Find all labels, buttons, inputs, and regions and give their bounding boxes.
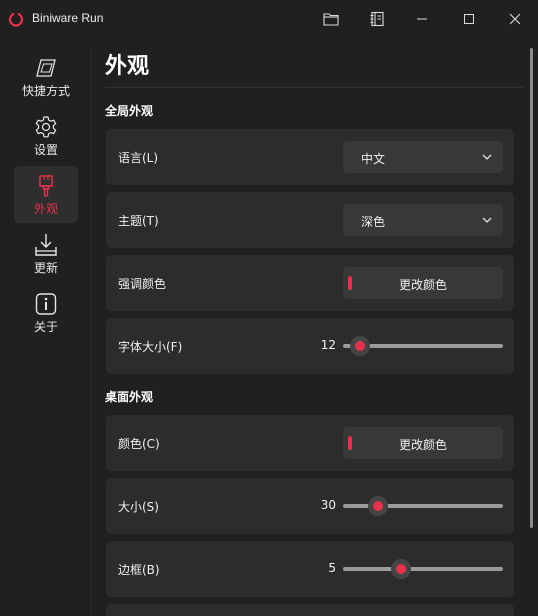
accent-color-label: 强调颜色 [118,277,167,291]
folder-icon [323,13,339,26]
download-icon [35,234,57,256]
font-size-value: 12 [320,338,336,352]
desktop-border-label: 边框(B) [118,563,160,577]
folder-button[interactable] [320,8,342,30]
sidebar-divider [91,46,92,616]
close-icon [509,13,521,25]
sidebar-label-about: 关于 [33,320,58,334]
accent-color-setting: 强调颜色 更改颜色 [106,255,514,311]
minimize-icon [417,18,427,20]
language-select[interactable]: 中文 [343,141,503,173]
section-global-appearance: 全局外观 [105,104,154,118]
slider-track [343,567,503,571]
sidebar-item-appearance[interactable]: 外观 [14,166,78,223]
chevron-down-icon [482,217,492,223]
language-setting: 语言(L) 中文 [106,129,514,185]
scrollbar[interactable] [530,48,533,528]
sidebar-item-shortcuts[interactable]: 快捷方式 [14,48,78,105]
section-desktop-appearance: 桌面外观 [105,390,154,404]
sidebar-label-appearance: 外观 [33,202,58,216]
language-label: 语言(L) [118,151,159,165]
desktop-border-slider[interactable] [343,559,503,579]
sidebar-item-about[interactable]: 关于 [14,284,78,341]
change-desktop-color-button[interactable]: 更改颜色 [343,427,503,459]
desktop-color-setting: 颜色(C) 更改颜色 [106,415,514,471]
sidebar-label-settings: 设置 [33,143,58,157]
title-divider [105,87,523,88]
sidebar-item-update[interactable]: 更新 [14,225,78,282]
change-color-label: 更改颜色 [398,438,447,452]
next-setting-card [106,604,514,616]
theme-select[interactable]: 深色 [343,204,503,236]
close-button[interactable] [504,8,526,30]
shortcut-icon [36,59,56,77]
desktop-size-label: 大小(S) [118,500,159,514]
title-bar: Biniware Run [0,0,538,38]
sidebar-item-settings[interactable]: 设置 [14,107,78,164]
theme-setting: 主题(T) 深色 [106,192,514,248]
font-size-slider[interactable] [343,336,503,356]
app-title: Biniware Run [32,11,104,25]
notebook-icon [370,11,384,27]
font-size-setting: 字体大小(F) 12 [106,318,514,374]
app-logo-icon [8,12,24,27]
sidebar-label-shortcuts: 快捷方式 [21,84,70,98]
maximize-icon [464,14,474,24]
slider-thumb[interactable] [390,559,411,579]
theme-value: 深色 [361,215,386,229]
maximize-button[interactable] [458,8,480,30]
change-color-label: 更改颜色 [398,278,447,292]
desktop-border-setting: 边框(B) 5 [106,541,514,597]
slider-thumb[interactable] [350,336,370,356]
slider-track [343,504,503,508]
chevron-down-icon [482,154,492,160]
change-accent-color-button[interactable]: 更改颜色 [343,267,503,299]
theme-label: 主题(T) [118,214,159,228]
desktop-color-label: 颜色(C) [118,437,160,451]
language-value: 中文 [361,152,386,166]
sidebar-label-update: 更新 [33,261,58,275]
desktop-size-setting: 大小(S) 30 [106,478,514,534]
brush-icon [39,175,53,197]
page-title: 外观 [105,54,150,79]
gear-icon [35,116,57,138]
desktop-size-value: 30 [320,498,336,512]
info-icon [35,293,57,315]
desktop-border-value: 5 [328,561,336,575]
slider-thumb[interactable] [368,496,389,516]
desktop-size-slider[interactable] [343,496,503,516]
minimize-button[interactable] [411,8,433,30]
notebook-button[interactable] [366,8,388,30]
font-size-label: 字体大小(F) [118,340,183,354]
